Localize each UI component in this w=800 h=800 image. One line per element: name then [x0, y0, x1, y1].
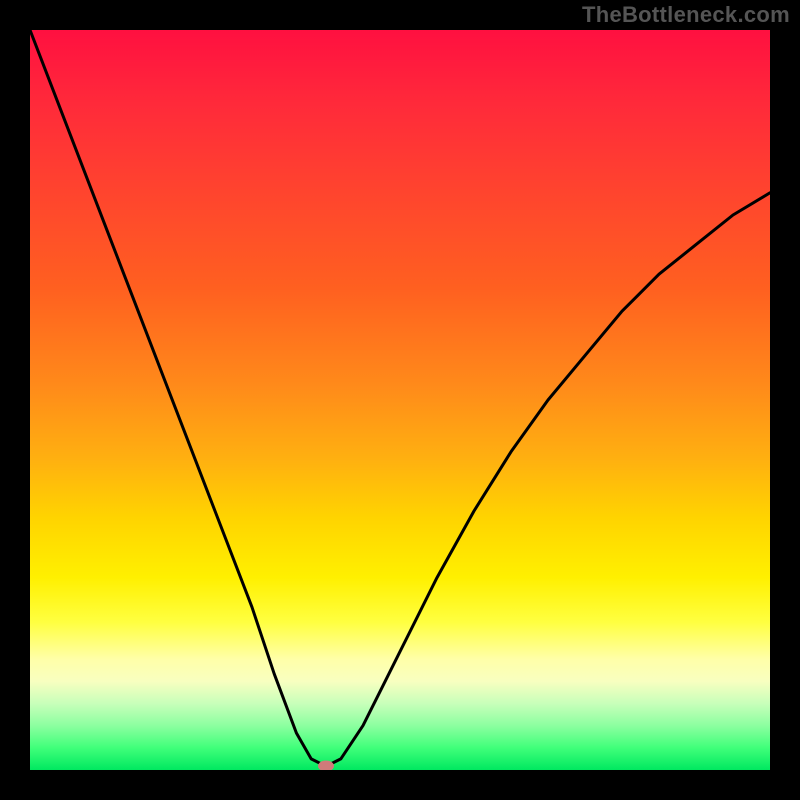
plot-area: [30, 30, 770, 770]
bottleneck-curve: [30, 30, 770, 766]
chart-frame: TheBottleneck.com: [0, 0, 800, 800]
attribution-watermark: TheBottleneck.com: [582, 2, 790, 28]
curve-layer: [30, 30, 770, 770]
optimal-point-marker: [318, 761, 334, 770]
